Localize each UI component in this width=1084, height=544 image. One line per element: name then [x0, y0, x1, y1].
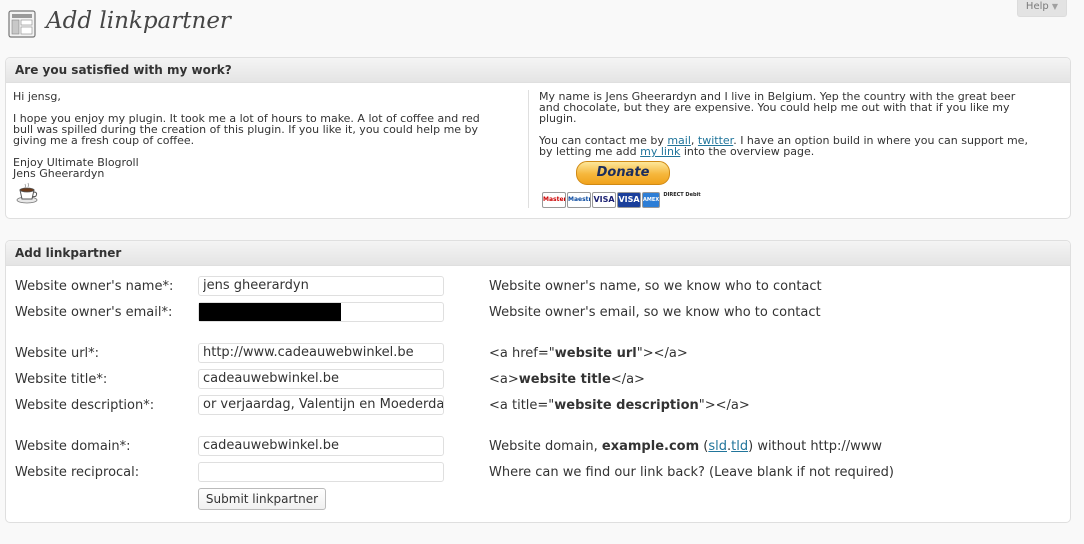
url-input[interactable]: http://www.cadeauwebwinkel.be: [198, 343, 444, 363]
greeting-text: Hi jensg,: [13, 90, 61, 103]
contact-line2-prefix: by letting me add: [539, 145, 641, 158]
url-value: http://www.cadeauwebwinkel.be: [203, 345, 414, 360]
description-help-bold: website description: [554, 398, 699, 413]
owner-email-label: Website owner's email*:: [15, 305, 173, 320]
domain-help-prefix: Website domain,: [489, 439, 602, 454]
description-value: or verjaardag, Valentijn en Moederdag: [203, 397, 443, 412]
title-help: <a>website title</a>: [489, 372, 645, 388]
url-help-suffix: "></a>: [636, 346, 688, 361]
intro-line-3: plugin.: [539, 112, 577, 125]
signature-text: Jens Gheerardyn: [13, 167, 105, 180]
description-help: <a title="website description"></a>: [489, 398, 750, 414]
title-label: Website title*:: [15, 372, 108, 387]
page-icon: [8, 10, 36, 38]
page-title: Add linkpartner: [46, 8, 231, 34]
submit-linkpartner-button[interactable]: Submit linkpartner: [198, 488, 326, 510]
visa-icon: VISA: [592, 192, 616, 208]
domain-label: Website domain*:: [15, 439, 131, 454]
form-box-title: Add linkpartner: [6, 241, 1070, 266]
sld-link[interactable]: sld: [708, 439, 727, 454]
divider: [528, 90, 529, 208]
visa-electron-icon: VISA: [617, 192, 641, 208]
thanks-line-3: giving me a fresh coup of coffee.: [13, 134, 195, 147]
my-link-link[interactable]: my link: [640, 145, 680, 158]
domain-help: Website domain, example.com (sld.tld) wi…: [489, 439, 882, 455]
domain-help-bold: example.com: [601, 439, 700, 454]
title-help-prefix: <a>: [489, 372, 519, 387]
description-help-suffix: "></a>: [698, 398, 750, 413]
maestro-icon: Maestro: [567, 192, 591, 208]
contact-line2-suffix: into the overview page.: [680, 145, 815, 158]
amex-icon: AMEX: [642, 192, 660, 208]
url-label: Website url*:: [15, 346, 100, 361]
description-help-prefix: <a title=": [489, 398, 555, 413]
url-help-bold: website url: [554, 346, 637, 361]
title-help-bold: website title: [518, 372, 611, 387]
satisfied-box-title: Are you satisfied with my work?: [6, 58, 1070, 83]
redaction-bar: [199, 303, 341, 321]
reciprocal-help: Where can we find our link back? (Leave …: [489, 465, 894, 480]
title-value: cadeauwebwinkel.be: [203, 371, 339, 386]
owner-name-value: jens gheerardyn: [203, 278, 309, 293]
domain-help-paren: (: [699, 439, 709, 454]
owner-name-input[interactable]: jens gheerardyn: [198, 276, 444, 296]
domain-input[interactable]: cadeauwebwinkel.be: [198, 436, 444, 456]
owner-name-label: Website owner's name*:: [15, 279, 174, 294]
domain-value: cadeauwebwinkel.be: [203, 438, 339, 453]
chevron-down-icon: ▼: [1051, 2, 1059, 11]
tld-link[interactable]: tld: [731, 439, 748, 454]
reciprocal-label: Website reciprocal:: [15, 465, 140, 480]
donate-button[interactable]: Donate: [576, 161, 670, 185]
domain-help-suffix: ) without http://www: [748, 439, 883, 454]
url-help: <a href="website url"></a>: [489, 346, 688, 362]
url-help-prefix: <a href=": [489, 346, 555, 361]
direct-debit-icon: DIRECT Debit: [661, 192, 703, 206]
description-label: Website description*:: [15, 398, 155, 413]
owner-email-help: Website owner's email, so we know who to…: [489, 305, 821, 320]
mastercard-icon: MasterCard: [542, 192, 566, 208]
contact-line-2: by letting me add my link into the overv…: [539, 146, 814, 157]
reciprocal-input[interactable]: [198, 462, 444, 482]
owner-email-input[interactable]: [198, 302, 444, 322]
title-input[interactable]: cadeauwebwinkel.be: [198, 369, 444, 389]
form-box: Add linkpartner Website owner's name*: j…: [5, 240, 1071, 523]
satisfied-box: Are you satisfied with my work? Hi jensg…: [5, 57, 1071, 219]
help-button[interactable]: Help ▼: [1017, 0, 1067, 17]
description-input[interactable]: or verjaardag, Valentijn en Moederdag: [198, 395, 444, 415]
coffee-cup-icon[interactable]: [16, 182, 40, 204]
owner-name-help: Website owner's name, so we know who to …: [489, 279, 822, 294]
intro-line-2: and chocolate, but they are expensive. Y…: [539, 101, 1010, 114]
title-help-suffix: </a>: [610, 372, 645, 387]
help-label: Help: [1025, 1, 1049, 12]
